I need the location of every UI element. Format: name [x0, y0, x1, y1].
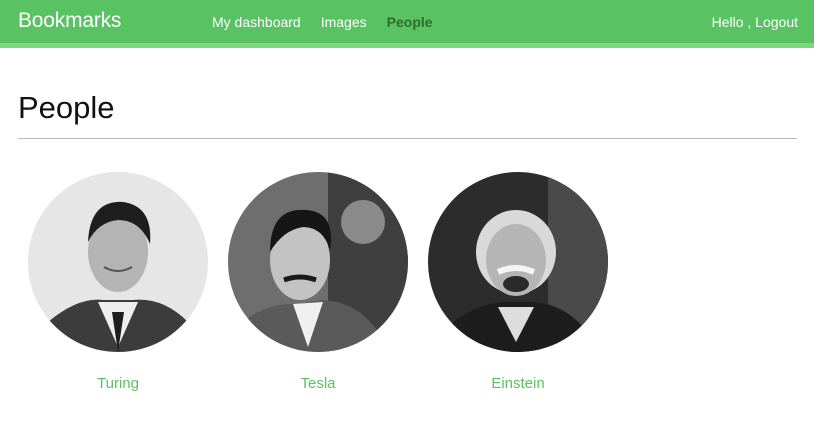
top-header: Bookmarks My dashboard Images People Hel… [0, 0, 814, 48]
user-area: Hello , Logout [712, 14, 798, 30]
page-title: People [18, 90, 797, 139]
person-name-einstein[interactable]: Einstein [428, 375, 608, 392]
logout-link[interactable]: Logout [755, 14, 798, 30]
person-card-einstein[interactable]: Einstein [428, 172, 608, 392]
menu-item-people: People [387, 14, 433, 32]
user-greeting: Hello , [711, 14, 752, 30]
menu-item-images: Images [321, 14, 367, 32]
menu-link-images[interactable]: Images [321, 14, 367, 30]
main-content: People Turing Tesla Einstein [18, 90, 797, 392]
person-photo-image [228, 172, 408, 352]
person-photo-image [28, 172, 208, 352]
person-card-tesla[interactable]: Tesla [228, 172, 408, 392]
menu-item-dashboard: My dashboard [212, 14, 301, 32]
menu-link-people[interactable]: People [387, 14, 433, 30]
menu-link-dashboard[interactable]: My dashboard [212, 14, 301, 30]
person-photo-einstein[interactable] [428, 172, 608, 352]
person-photo-turing[interactable] [28, 172, 208, 352]
person-card-turing[interactable]: Turing [28, 172, 208, 392]
logo-link[interactable]: Bookmarks [18, 9, 121, 33]
main-menu: My dashboard Images People [212, 14, 433, 32]
person-photo-tesla[interactable] [228, 172, 408, 352]
person-name-turing[interactable]: Turing [28, 375, 208, 392]
people-list: Turing Tesla Einstein [28, 172, 608, 392]
person-name-tesla[interactable]: Tesla [228, 375, 408, 392]
person-photo-image [428, 172, 608, 352]
